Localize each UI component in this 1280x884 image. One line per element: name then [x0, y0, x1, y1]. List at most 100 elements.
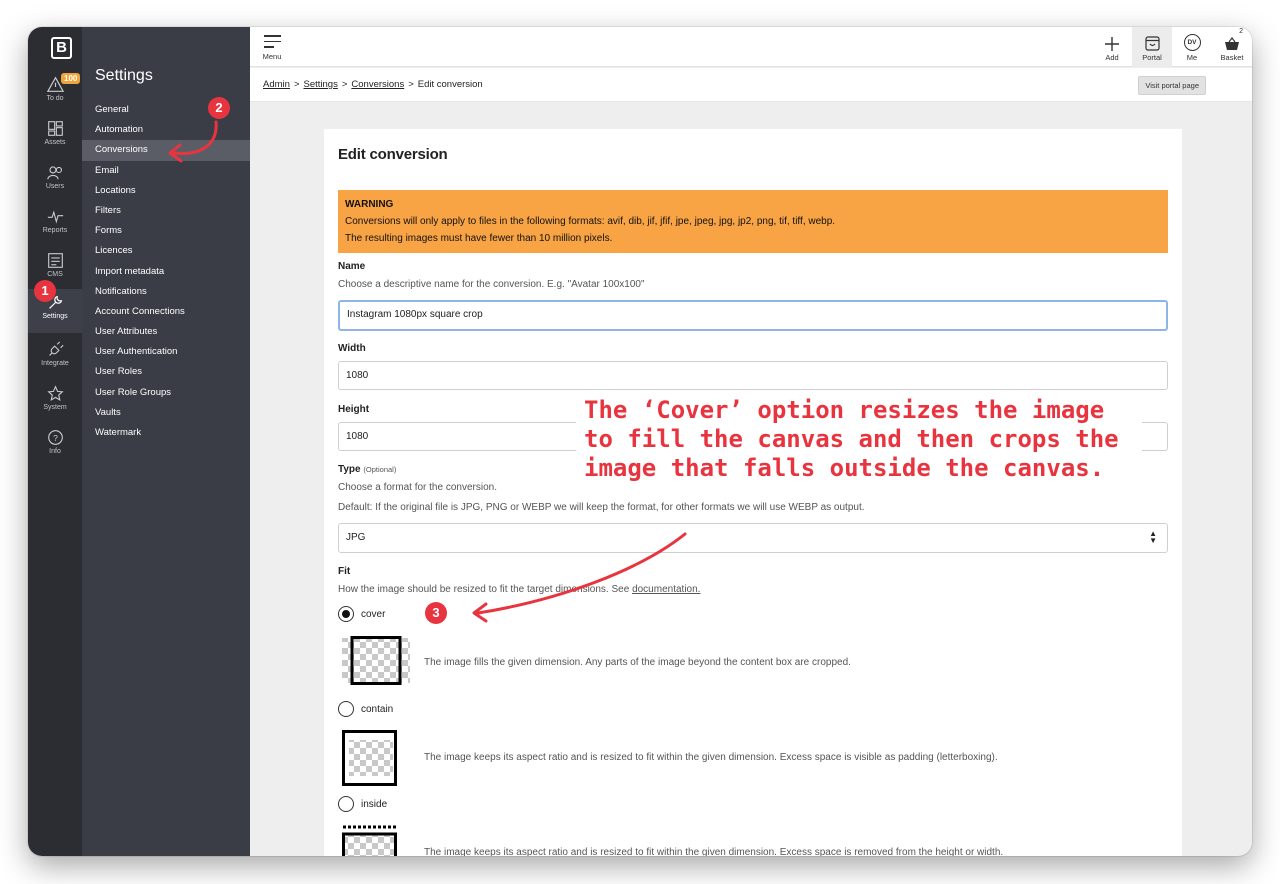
fit-option-label: contain	[361, 703, 394, 715]
assets-icon	[47, 121, 63, 136]
portal-button[interactable]: Portal	[1132, 27, 1172, 67]
type-help: Choose a format for the conversion.	[338, 482, 497, 493]
radio-inside[interactable]	[338, 796, 354, 812]
name-input[interactable]: Instagram 1080px square crop	[338, 300, 1168, 331]
breadcrumb-conversions[interactable]: Conversions	[351, 79, 404, 90]
type-select-value: JPG	[346, 532, 366, 543]
settings-item-account-connections[interactable]: Account Connections	[82, 302, 250, 322]
settings-item-filters[interactable]: Filters	[82, 201, 250, 221]
warning-box: WARNING Conversions will only apply to f…	[338, 190, 1168, 253]
settings-item-user-authentication[interactable]: User Authentication	[82, 342, 250, 362]
avatar-icon: DV	[1183, 34, 1201, 51]
breadcrumb-separator: >	[408, 79, 414, 90]
svg-text:?: ?	[53, 433, 58, 443]
rail-item-users[interactable]: Users	[28, 159, 82, 201]
fit-desc-cover: The image fills the given dimension. Any…	[424, 657, 851, 668]
settings-item-vaults[interactable]: Vaults	[82, 403, 250, 423]
fit-help: How the image should be resized to fit t…	[338, 584, 700, 595]
settings-item-user-attributes[interactable]: User Attributes	[82, 322, 250, 342]
menu-button[interactable]: Menu	[259, 33, 285, 61]
width-input[interactable]: 1080	[338, 361, 1168, 390]
breadcrumb-separator: >	[341, 79, 348, 90]
add-button[interactable]: Add	[1092, 27, 1132, 67]
portal-icon	[1144, 36, 1160, 51]
annotation-badge-1: 1	[34, 280, 56, 302]
basket-button[interactable]: 2 Basket	[1212, 27, 1252, 67]
settings-item-locations[interactable]: Locations	[82, 181, 250, 201]
todo-count-badge: 100	[61, 73, 81, 84]
rail-item-assets[interactable]: Assets	[28, 115, 82, 157]
rail-label: Users	[45, 183, 65, 190]
breadcrumb-bar: Admin > Settings > Conversions > Edit conversi…	[250, 68, 1252, 102]
settings-item-notifications[interactable]: Notifications	[82, 282, 250, 302]
settings-item-user-role-groups[interactable]: User Role Groups	[82, 383, 250, 403]
rail-label: To do	[46, 95, 64, 102]
select-arrows-icon: ▲ ▼	[1149, 529, 1157, 545]
me-button[interactable]: DV Me	[1172, 27, 1212, 67]
settings-item-licences[interactable]: Licences	[82, 241, 250, 261]
star-icon	[46, 385, 64, 401]
app-logo-icon[interactable]: B	[51, 37, 72, 59]
fit-desc-inside: The image keeps its aspect ratio and is …	[424, 847, 1004, 856]
icon-rail: B To do 100 Assets Users Reports CMS Set…	[28, 27, 82, 856]
reports-icon	[47, 210, 63, 224]
warning-line-formats: Conversions will only apply to files in …	[345, 216, 836, 227]
settings-item-automation[interactable]: Automation	[82, 120, 250, 140]
settings-item-forms[interactable]: Forms	[82, 221, 250, 241]
contain-illustration	[342, 730, 397, 786]
rail-label: Reports	[42, 227, 68, 234]
radio-contain[interactable]	[338, 701, 354, 717]
radio-cover[interactable]	[338, 606, 354, 622]
basket-icon	[1225, 37, 1239, 50]
settings-item-conversions[interactable]: Conversions	[82, 140, 250, 161]
fit-option-inside[interactable]: inside	[338, 796, 387, 812]
breadcrumb-current: Edit conversion	[417, 79, 483, 90]
settings-item-email[interactable]: Email	[82, 161, 250, 181]
callout-line: image that falls outside the canvas.	[584, 454, 1105, 482]
basket-count: 2	[1239, 28, 1243, 35]
type-optional: (Optional)	[363, 465, 397, 474]
rail-item-reports[interactable]: Reports	[28, 203, 82, 245]
height-label: Height	[338, 404, 370, 415]
annotation-callout: The ‘Cover’ option resizes the image to …	[576, 394, 1142, 485]
rail-item-system[interactable]: System	[28, 380, 82, 422]
name-label: Name	[338, 261, 366, 272]
breadcrumb-separator: >	[293, 79, 300, 90]
inside-illustration	[342, 825, 397, 856]
settings-item-user-roles[interactable]: User Roles	[82, 362, 250, 382]
rail-item-integrate[interactable]: Integrate	[28, 336, 82, 378]
settings-item-import-metadata[interactable]: Import metadata	[82, 262, 250, 282]
callout-line: to fill the canvas and then crops the	[584, 425, 1119, 453]
rail-item-todo[interactable]: To do 100	[28, 71, 82, 113]
name-help: Choose a descriptive name for the conver…	[338, 279, 645, 290]
top-bar: Menu Add Portal DV Me 2 Basket	[250, 27, 1252, 67]
settings-panel-title: Settings	[95, 67, 153, 84]
breadcrumb: Admin > Settings > Conversions > Edit conversi…	[263, 79, 483, 90]
type-default-help: Default: If the original file is JPG, PN…	[338, 502, 865, 513]
settings-item-watermark[interactable]: Watermark	[82, 423, 250, 443]
rail-label: Assets	[44, 139, 66, 146]
cms-icon	[47, 253, 63, 268]
fit-help-text: How the image should be resized to fit t…	[338, 584, 630, 595]
settings-panel: Settings General Automation Conversions …	[82, 27, 250, 856]
visit-portal-button[interactable]: Visit portal page	[1138, 76, 1206, 95]
warning-heading: WARNING	[345, 199, 394, 210]
fit-option-cover[interactable]: cover	[338, 606, 385, 622]
documentation-link[interactable]: documentation.	[632, 584, 700, 595]
top-actions: Add Portal DV Me 2 Basket	[1092, 27, 1252, 67]
me-label: Me	[1186, 53, 1198, 62]
plus-icon	[1105, 37, 1119, 51]
page-title: Edit conversion	[338, 146, 448, 163]
rail-item-info[interactable]: ? Info	[28, 424, 82, 466]
type-label: Type (Optional)	[338, 464, 396, 475]
breadcrumb-settings[interactable]: Settings	[304, 79, 338, 90]
rail-label: Settings	[42, 313, 68, 320]
type-select[interactable]: JPG ▲ ▼	[338, 523, 1168, 553]
plug-icon	[48, 341, 64, 356]
fit-option-label: inside	[361, 798, 388, 810]
edit-conversion-card: Edit conversion WARNING Conversions will…	[324, 129, 1182, 856]
callout-line: The ‘Cover’ option resizes the image	[584, 396, 1105, 424]
breadcrumb-admin[interactable]: Admin	[263, 79, 290, 90]
type-label-text: Type	[338, 464, 361, 475]
fit-option-contain[interactable]: contain	[338, 701, 393, 717]
